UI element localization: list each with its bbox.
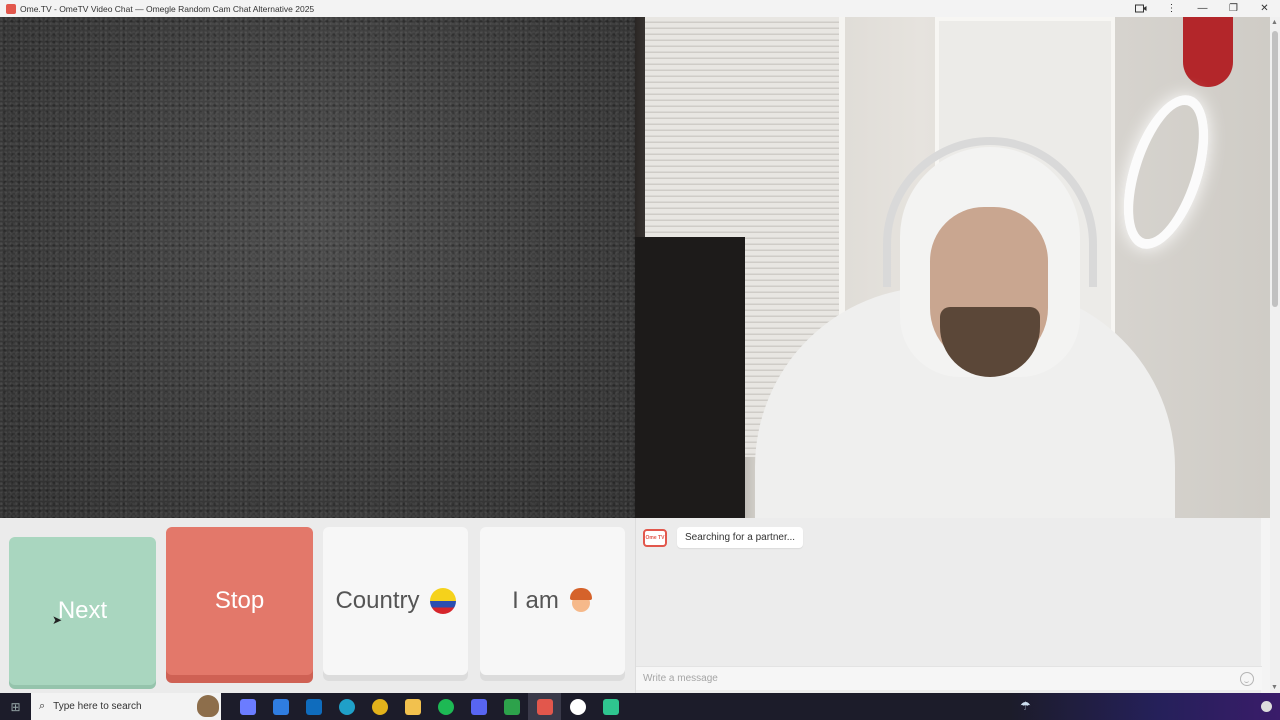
maximize-button[interactable]: ❐: [1218, 0, 1249, 17]
close-button[interactable]: ✕: [1249, 0, 1280, 17]
taskbar-apps: [231, 693, 627, 720]
ring-light: [1107, 84, 1225, 260]
message-input-bar: [636, 666, 1262, 690]
smiley-icon[interactable]: [1240, 671, 1254, 686]
partner-video-static: [0, 17, 635, 518]
camera-icon[interactable]: [1125, 0, 1156, 17]
gender-button-label: I am: [512, 587, 559, 614]
self-camera-video: [635, 17, 1270, 518]
app-icon: [6, 3, 16, 14]
page-scrollbar[interactable]: ▲ ▼: [1270, 17, 1280, 693]
window-title-bar: Ome.TV - OmeTV Video Chat — Omegle Rando…: [0, 0, 1280, 17]
taskbar-copilot-icon[interactable]: [231, 693, 264, 720]
country-button[interactable]: Country: [323, 527, 468, 675]
next-button[interactable]: Next: [9, 537, 156, 685]
boy-avatar-icon: [569, 588, 593, 614]
taskbar-android-app-icon[interactable]: [594, 693, 627, 720]
scrollbar-thumb[interactable]: [1272, 31, 1278, 307]
system-tray: ☂: [1010, 693, 1280, 720]
taskbar-ometv-icon[interactable]: [528, 693, 561, 720]
control-panel: Next Stop Country I am ➤: [0, 518, 635, 693]
window-title: Ome.TV - OmeTV Video Chat — Omegle Rando…: [20, 3, 315, 14]
next-button-label: Next: [57, 597, 108, 624]
taskbar-search[interactable]: ⌕ Type here to search: [31, 693, 221, 720]
minimize-button[interactable]: —: [1187, 0, 1218, 17]
taskbar-spotify-icon[interactable]: [429, 693, 462, 720]
weather-icon[interactable]: ☂: [1020, 699, 1031, 713]
menu-button[interactable]: ⋮: [1156, 0, 1187, 17]
taskbar-chrome-icon[interactable]: [363, 693, 396, 720]
taskbar-store-icon[interactable]: [264, 693, 297, 720]
notification-icon[interactable]: [1261, 701, 1272, 712]
message-input[interactable]: [636, 673, 1240, 684]
red-object: [1183, 17, 1233, 87]
scroll-up-arrow-icon[interactable]: ▲: [1271, 19, 1278, 26]
taskbar-xbox-icon[interactable]: [495, 693, 528, 720]
scroll-down-arrow-icon[interactable]: ▼: [1271, 684, 1278, 691]
taskbar-outlook-icon[interactable]: [297, 693, 330, 720]
system-message: Ome TV Searching for a partner...: [643, 527, 804, 548]
taskbar-discord-icon[interactable]: [462, 693, 495, 720]
taskbar-file-explorer-icon[interactable]: [396, 693, 429, 720]
stop-button-label: Stop: [214, 587, 265, 614]
chat-panel: Ome TV Searching for a partner...: [635, 518, 1262, 693]
shelf: [635, 237, 745, 518]
windows-taskbar: ⊞ ⌕ Type here to search ☂: [0, 693, 1280, 720]
taskbar-search-placeholder: Type here to search: [53, 701, 142, 712]
gender-button[interactable]: I am: [480, 527, 625, 675]
ometv-logo-icon: Ome TV: [643, 528, 667, 547]
windows-start-icon[interactable]: ⊞: [0, 693, 31, 720]
stop-button[interactable]: Stop: [166, 527, 313, 675]
search-highlight-owl-icon: [197, 695, 219, 717]
search-icon: ⌕: [39, 700, 46, 712]
taskbar-edge-icon[interactable]: [330, 693, 363, 720]
video-area: [0, 17, 1270, 518]
mouse-cursor-icon: ➤: [52, 613, 63, 627]
status-message-bubble: Searching for a partner...: [677, 527, 804, 548]
taskbar-obs-icon[interactable]: [561, 693, 594, 720]
colombia-flag-icon: [429, 588, 456, 614]
country-button-label: Country: [335, 587, 420, 614]
